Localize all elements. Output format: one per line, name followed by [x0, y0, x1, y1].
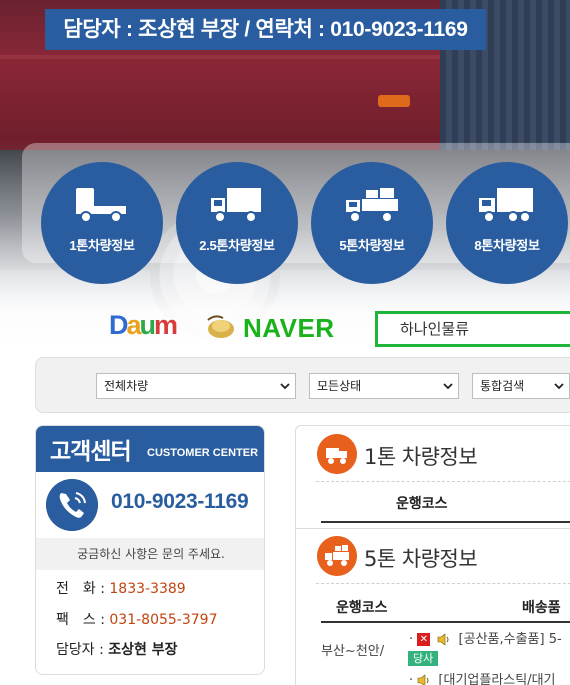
vehicle-button-label: 1톤차량정보: [69, 238, 135, 253]
manager-label: 담당자 :: [56, 642, 104, 658]
manager-row: 담당자 : 조상현 부장: [56, 639, 178, 659]
truck-lamp: [378, 95, 410, 107]
cargo-truck-icon: [346, 188, 398, 223]
search-input[interactable]: 하나인물류: [375, 311, 570, 347]
select-value: 통합검색: [480, 379, 525, 393]
column-header-route: 운행코스: [336, 600, 388, 616]
vehicle-button-label: 2.5톤차량정보: [199, 238, 275, 253]
section-title-1ton[interactable]: 1톤 차량정보: [364, 441, 478, 471]
fax-value: 031-8055-3797: [109, 612, 218, 628]
tel-row: 전 화 : 1833-3389: [56, 578, 186, 598]
contact-banner: 담당자 : 조상현 부장 / 연락처 : 010-9023-1169: [45, 9, 486, 50]
section-divider: [316, 481, 570, 482]
naver-logo[interactable]: NAVER: [243, 313, 335, 344]
section-title-5ton[interactable]: 5톤 차량정보: [364, 543, 478, 573]
column-header-route: 운행코스: [396, 496, 448, 512]
box-truck-icon: [211, 188, 261, 223]
manager-value: 조상현 부장: [108, 642, 178, 658]
vehicle-button-8ton[interactable]: 8톤차량정보: [446, 162, 568, 284]
cargo-truck-icon: [317, 536, 357, 576]
truck-icon: [317, 434, 357, 474]
customer-center-title: 고객센터: [50, 439, 132, 465]
delivery-item: [공산품,수출품] 5-: [458, 632, 562, 647]
chevron-down-icon: [280, 383, 290, 390]
tel-label: 전 화 :: [56, 581, 105, 597]
customer-center-header: 고객센터 CUSTOMER CENTER: [36, 426, 264, 472]
customer-center-subtitle: CUSTOMER CENTER: [147, 447, 259, 459]
speaker-icon: [417, 674, 429, 685]
customer-center-phone[interactable]: 010-9023-1169: [111, 490, 249, 514]
route-cell: 부산~천안/: [321, 644, 385, 659]
search-type-select[interactable]: 통합검색: [472, 373, 570, 399]
fax-label: 팩 스 :: [56, 612, 105, 628]
vehicle-button-2-5ton[interactable]: 2.5톤차량정보: [176, 162, 298, 284]
status-select[interactable]: 모든상태: [309, 373, 459, 399]
table-header-line: [321, 621, 570, 623]
tel-value[interactable]: 1833-3389: [109, 581, 185, 597]
status-badge: 당사: [408, 651, 439, 666]
vehicle-button-5ton[interactable]: 5톤차량정보: [311, 162, 433, 284]
vehicle-button-label: 5톤차량정보: [339, 238, 405, 253]
vehicle-button-label: 8톤차량정보: [474, 238, 540, 253]
phone-icon: [46, 479, 98, 531]
column-header-delivery: 배송품: [522, 600, 561, 616]
large-truck-icon: [479, 188, 533, 223]
fax-row: 팩 스 : 031-8055-3797: [56, 609, 217, 629]
delivery-cell[interactable]: · [대기업플라스틱/대기: [409, 669, 556, 685]
small-truck-icon: [76, 188, 126, 223]
close-icon: ✕: [417, 633, 431, 646]
select-value: 모든상태: [317, 379, 362, 393]
delivery-cell[interactable]: · ✕ [공산품,수출품] 5-: [409, 628, 562, 647]
chevron-down-icon: [443, 383, 453, 390]
chevron-down-icon: [554, 383, 564, 390]
table-header-line: [321, 521, 570, 523]
customer-center-note: 궁금하신 사항은 문의 주세요.: [36, 538, 264, 570]
speaker-icon: [438, 633, 449, 646]
bullet: ·: [409, 673, 418, 685]
select-value: 전체차량: [104, 379, 149, 393]
vehicle-type-select[interactable]: 전체차량: [96, 373, 296, 399]
section-divider: [316, 583, 570, 584]
vehicle-info-panel: 1톤 차량정보 운행코스 5톤 차량정보 운행코스 배송품 부산~천안/ · ✕…: [295, 425, 570, 685]
delivery-item: [대기업플라스틱/대기: [438, 673, 556, 685]
vehicle-button-1ton[interactable]: 1톤차량정보: [41, 162, 163, 284]
customer-center-panel: 고객센터 CUSTOMER CENTER 010-9023-1169 궁금하신 …: [35, 425, 265, 675]
naver-search-badge-icon: [207, 315, 234, 338]
section-separator: [296, 528, 570, 529]
bullet: ·: [409, 632, 418, 647]
daum-logo[interactable]: Daum: [109, 310, 178, 341]
truck-stripe: [0, 55, 440, 59]
